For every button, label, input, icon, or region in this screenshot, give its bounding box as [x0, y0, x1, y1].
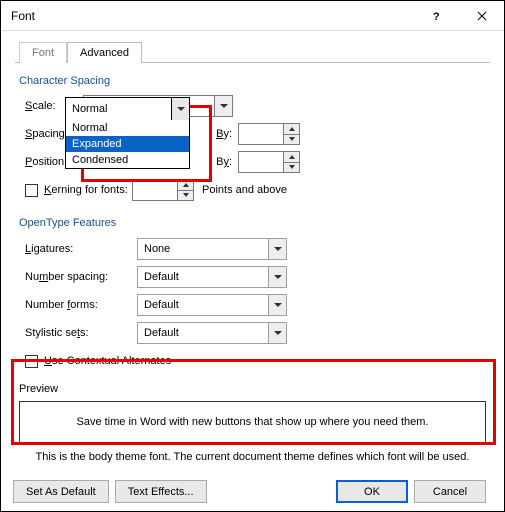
svg-text:?: ? — [433, 11, 440, 21]
opentype-group-label: OpenType Features — [19, 217, 486, 229]
ligatures-combobox[interactable]: None — [137, 238, 287, 260]
text-effects-button[interactable]: Text Effects... — [115, 480, 207, 503]
position-by-label: By: — [208, 156, 238, 168]
spacing-dropdown-value: Normal — [72, 103, 107, 115]
number-spacing-label: Number spacing: — [25, 271, 137, 283]
spacing-option-normal[interactable]: Normal — [66, 120, 189, 136]
font-dialog-window: Font ? Font Advanced Character Spacing S… — [0, 0, 505, 512]
tab-advanced[interactable]: Advanced — [67, 42, 142, 63]
spin-down-icon[interactable] — [178, 191, 193, 201]
spacing-option-expanded[interactable]: Expanded — [66, 136, 189, 152]
spacing-by-spinner[interactable] — [238, 123, 300, 145]
kerning-checkbox[interactable] — [25, 184, 38, 197]
dropdown-arrow-icon — [268, 239, 286, 259]
stylistic-sets-label: Stylistic sets: — [25, 327, 137, 339]
contextual-alternates-label: Use Contextual Alternates — [44, 355, 171, 367]
dialog-footer: Set As Default Text Effects... OK Cancel — [1, 480, 504, 503]
dropdown-arrow-icon — [214, 96, 232, 116]
dropdown-arrow-icon — [268, 267, 286, 287]
spacing-dropdown-open[interactable]: Normal Normal Expanded Condensed — [65, 97, 190, 169]
stylistic-sets-combobox[interactable]: Default — [137, 322, 287, 344]
spin-down-icon[interactable] — [284, 135, 299, 145]
number-spacing-value: Default — [144, 271, 179, 283]
cancel-button[interactable]: Cancel — [414, 480, 486, 503]
preview-description: This is the body theme font. The current… — [19, 451, 486, 463]
preview-sample-text: Save time in Word with new buttons that … — [77, 416, 429, 428]
ligatures-label: Ligatures: — [25, 243, 137, 255]
preview-sample-box: Save time in Word with new buttons that … — [19, 401, 486, 443]
help-button[interactable]: ? — [416, 1, 460, 31]
kerning-size-spinner[interactable] — [132, 179, 194, 201]
tab-strip: Font Advanced — [19, 41, 504, 62]
ok-button[interactable]: OK — [336, 480, 408, 503]
close-button[interactable] — [460, 1, 504, 31]
number-forms-combobox[interactable]: Default — [137, 294, 287, 316]
number-forms-value: Default — [144, 299, 179, 311]
position-by-spinner[interactable] — [238, 151, 300, 173]
dropdown-arrow-icon — [268, 323, 286, 343]
spin-up-icon[interactable] — [284, 124, 299, 135]
character-spacing-group-label: Character Spacing — [19, 75, 486, 87]
content-area: Character Spacing Scale: 100% Spacing: B… — [1, 63, 504, 463]
preview-group-label: Preview — [19, 383, 486, 395]
dropdown-arrow-icon — [171, 98, 189, 120]
dropdown-arrow-icon — [268, 295, 286, 315]
tab-font[interactable]: Font — [19, 42, 67, 63]
contextual-alternates-checkbox[interactable] — [25, 355, 38, 368]
spacing-option-condensed[interactable]: Condensed — [66, 152, 189, 168]
spacing-by-label: By: — [208, 128, 238, 140]
stylistic-sets-value: Default — [144, 327, 179, 339]
kerning-label: Kerning for fonts: — [44, 184, 132, 196]
spin-up-icon[interactable] — [178, 180, 193, 191]
spin-down-icon[interactable] — [284, 163, 299, 173]
window-title: Font — [1, 9, 416, 23]
ligatures-value: None — [144, 243, 170, 255]
spin-up-icon[interactable] — [284, 152, 299, 163]
set-as-default-button[interactable]: Set As Default — [13, 480, 109, 503]
titlebar: Font ? — [1, 1, 504, 31]
kerning-suffix: Points and above — [194, 184, 287, 196]
number-forms-label: Number forms: — [25, 299, 137, 311]
number-spacing-combobox[interactable]: Default — [137, 266, 287, 288]
